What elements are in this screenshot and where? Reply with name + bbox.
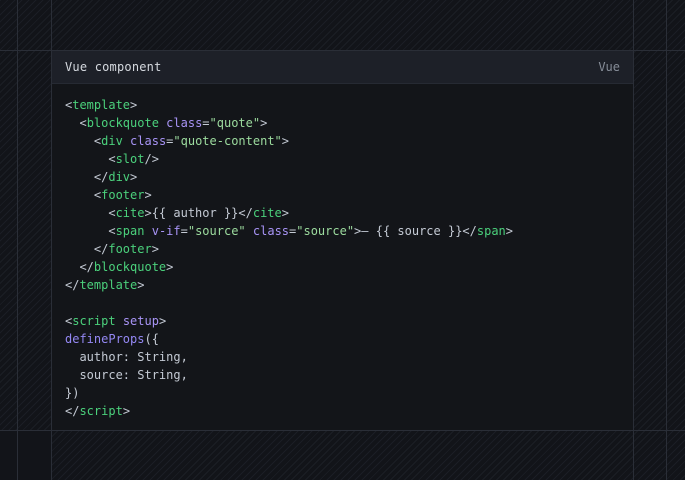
code-token: script <box>79 404 122 418</box>
code-token: < <box>65 116 87 130</box>
code-token: defineProps <box>65 332 144 346</box>
code-token: span <box>116 224 145 238</box>
code-token: script <box>72 314 115 328</box>
code-token: < <box>65 152 116 166</box>
code-token: class <box>253 224 289 238</box>
bottom-left-solid-cell <box>0 431 51 480</box>
code-line <box>65 294 620 312</box>
code-line: </div> <box>65 168 620 186</box>
code-token: slot <box>116 152 145 166</box>
code-token: "source" <box>296 224 354 238</box>
code-token: </ <box>65 404 79 418</box>
code-token: cite <box>116 206 145 220</box>
code-token: }) <box>65 386 79 400</box>
code-token: > <box>123 404 130 418</box>
code-token: > <box>159 314 166 328</box>
code-line: <cite>{{ author }}</cite> <box>65 204 620 222</box>
code-token: class <box>130 134 166 148</box>
code-block: <template> <blockquote class="quote"> <d… <box>52 84 633 430</box>
code-token: template <box>79 278 137 292</box>
code-token: template <box>72 98 130 112</box>
code-token: < <box>65 134 101 148</box>
code-token: /> <box>144 152 158 166</box>
code-line: <footer> <box>65 186 620 204</box>
code-token: "quote" <box>210 116 261 130</box>
code-token: > <box>130 98 137 112</box>
code-token <box>123 134 130 148</box>
grid-line-vertical-outer-left <box>17 0 18 480</box>
panel-language-badge: Vue <box>598 51 620 83</box>
code-line: }) <box>65 384 620 402</box>
code-token: > <box>137 278 144 292</box>
code-token: footer <box>101 188 144 202</box>
code-line: <script setup> <box>65 312 620 330</box>
code-token: div <box>101 134 123 148</box>
code-token: > <box>282 134 289 148</box>
code-token: > <box>282 206 289 220</box>
code-token: < <box>65 206 116 220</box>
code-line: <template> <box>65 96 620 114</box>
code-token: "source" <box>188 224 246 238</box>
code-line: </script> <box>65 402 620 420</box>
code-token: </ <box>65 170 108 184</box>
code-token: > <box>260 116 267 130</box>
code-line: author: String, <box>65 348 620 366</box>
code-token: blockquote <box>87 116 159 130</box>
code-token: source: String, <box>65 368 188 382</box>
code-token: cite <box>253 206 282 220</box>
code-line: </blockquote> <box>65 258 620 276</box>
code-token: author: String, <box>65 350 188 364</box>
code-token: = <box>181 224 188 238</box>
grid-line-vertical-inner-right <box>633 0 634 480</box>
code-token: </ <box>65 260 94 274</box>
code-token: < <box>65 224 116 238</box>
code-token: blockquote <box>94 260 166 274</box>
code-token: "quote-content" <box>173 134 281 148</box>
code-panel-header: Vue component Vue <box>52 51 633 84</box>
code-line: source: String, <box>65 366 620 384</box>
grid-line-vertical-outer-right <box>666 0 667 480</box>
code-token: span <box>477 224 506 238</box>
code-line: <slot/> <box>65 150 620 168</box>
code-line: <span v-if="source" class="source">– {{ … <box>65 222 620 240</box>
code-line: </template> <box>65 276 620 294</box>
code-token <box>144 224 151 238</box>
code-token: > <box>152 242 159 256</box>
code-line: defineProps({ <box>65 330 620 348</box>
code-line: </footer> <box>65 240 620 258</box>
code-token: ({ <box>144 332 158 346</box>
code-token: </ <box>65 278 79 292</box>
code-token: footer <box>108 242 151 256</box>
code-token: div <box>108 170 130 184</box>
code-token: > <box>506 224 513 238</box>
code-token: class <box>166 116 202 130</box>
code-token: v-if <box>152 224 181 238</box>
code-line: <div class="quote-content"> <box>65 132 620 150</box>
code-token: < <box>65 188 101 202</box>
code-token: > <box>144 188 151 202</box>
code-token: > <box>130 170 137 184</box>
grid-line-horizontal-bottom <box>0 430 685 431</box>
code-token: = <box>202 116 209 130</box>
code-token <box>116 314 123 328</box>
code-token <box>246 224 253 238</box>
code-panel: Vue component Vue <template> <blockquote… <box>52 51 633 430</box>
code-token: setup <box>123 314 159 328</box>
code-token: >{{ author }}</ <box>144 206 252 220</box>
panel-title: Vue component <box>65 51 162 83</box>
code-token: >– {{ source }}</ <box>354 224 477 238</box>
page-background: Vue component Vue <template> <blockquote… <box>0 0 685 480</box>
code-token: > <box>166 260 173 274</box>
code-token: </ <box>65 242 108 256</box>
code-line: <blockquote class="quote"> <box>65 114 620 132</box>
